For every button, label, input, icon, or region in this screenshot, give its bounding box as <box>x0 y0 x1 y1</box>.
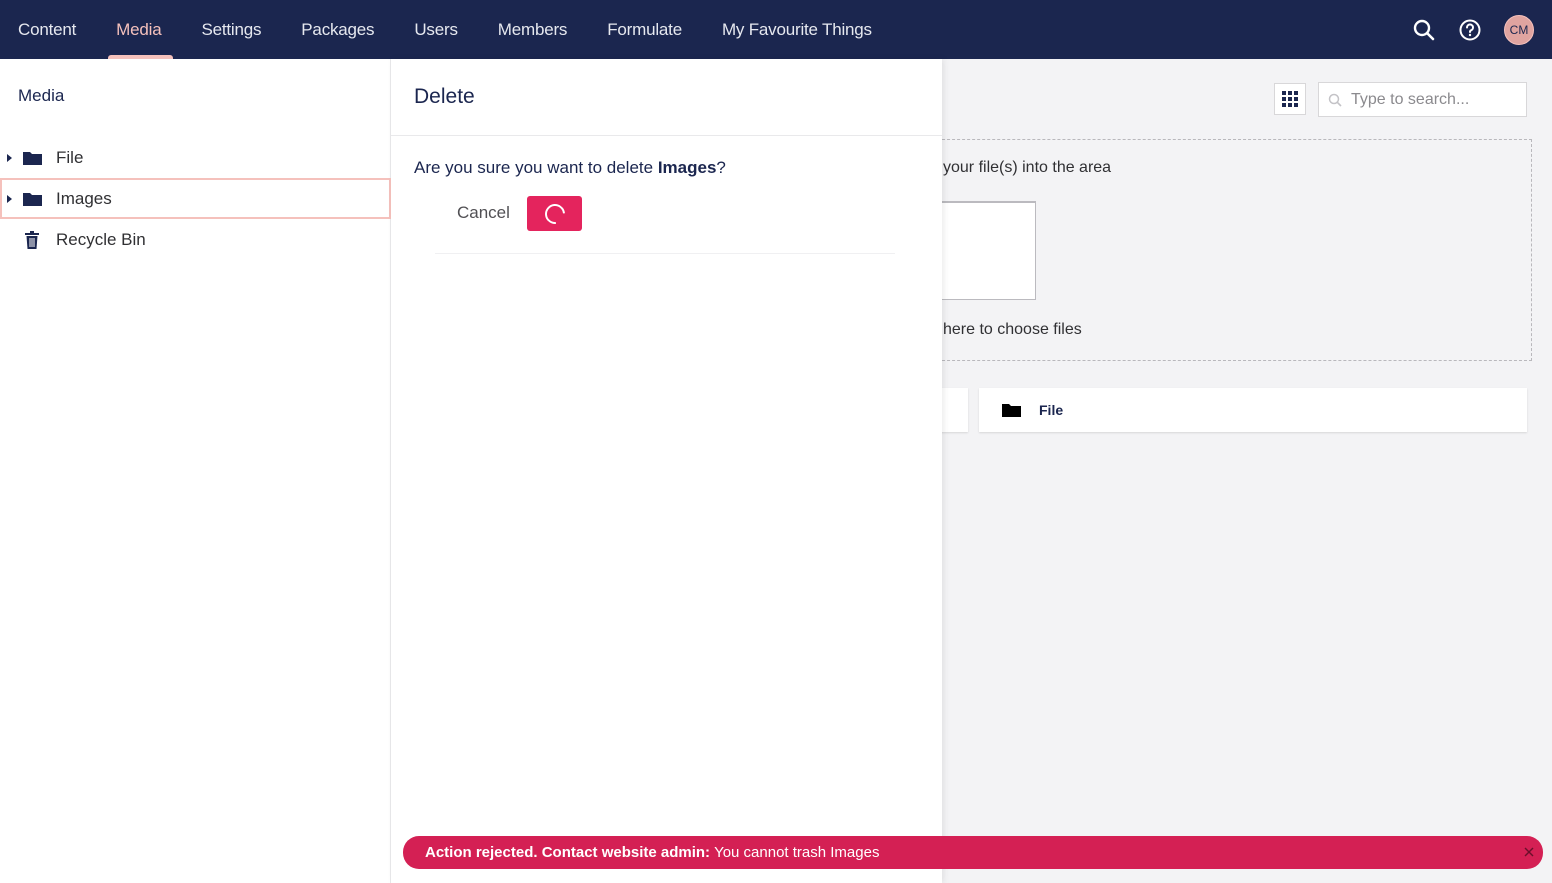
grid-view-button[interactable] <box>1274 83 1306 115</box>
nav-item-my-favourite-things[interactable]: My Favourite Things <box>704 0 894 59</box>
caret-right-icon[interactable] <box>7 153 12 162</box>
tree-item-label: Images <box>56 188 112 208</box>
folder-icon <box>22 190 42 208</box>
caret-right-icon[interactable] <box>7 194 12 203</box>
folder-icon <box>1002 402 1021 422</box>
loading-spinner-icon <box>540 199 569 228</box>
tree-list: File Images Recycle Bin <box>0 137 391 260</box>
delete-confirmation-message: Are you sure you want to delete Images? <box>414 158 726 177</box>
media-card-label: File <box>1039 402 1064 418</box>
dropzone-choose-files-link[interactable]: here to choose files <box>943 321 1082 339</box>
search-input[interactable] <box>1351 90 1521 109</box>
dropzone-instruction: your file(s) into the area <box>943 159 1112 176</box>
nav-item-settings[interactable]: Settings <box>183 0 283 59</box>
help-icon[interactable] <box>1458 18 1482 42</box>
section-nav: Content Media Settings Packages Users Me… <box>0 0 894 59</box>
dialog-title: Delete <box>391 59 942 136</box>
divider <box>435 253 895 254</box>
tree-item-images[interactable]: Images <box>0 178 391 219</box>
tree-item-recycle-bin[interactable]: Recycle Bin <box>0 219 391 260</box>
nav-item-media[interactable]: Media <box>98 0 183 59</box>
folder-icon <box>22 149 42 167</box>
tree-item-label: File <box>56 147 84 167</box>
nav-item-users[interactable]: Users <box>396 0 479 59</box>
cancel-button[interactable]: Cancel <box>451 195 516 231</box>
top-tools: CM <box>1412 0 1534 59</box>
error-notification: Action rejected. Contact website admin: … <box>403 836 1543 869</box>
tree-title: Media <box>18 86 65 105</box>
delete-dialog: Delete Are you sure you want to delete I… <box>391 59 942 883</box>
user-avatar[interactable]: CM <box>1504 14 1534 45</box>
notification-title: Action rejected. Contact website admin: <box>425 844 711 861</box>
top-navigation-bar: Content Media Settings Packages Users Me… <box>0 0 1552 59</box>
search-icon[interactable] <box>1412 18 1436 42</box>
media-main-area: your file(s) into the area here to choos… <box>932 59 1552 883</box>
nav-item-formulate[interactable]: Formulate <box>589 0 704 59</box>
media-card-file[interactable]: File <box>979 388 1527 432</box>
tree-item-label: Recycle Bin <box>56 229 146 249</box>
confirm-delete-button[interactable] <box>527 196 582 231</box>
nav-item-members[interactable]: Members <box>480 0 589 59</box>
trash-icon <box>22 230 42 249</box>
nav-item-content[interactable]: Content <box>0 0 98 59</box>
grid-icon <box>1282 91 1298 107</box>
upload-dropzone[interactable]: your file(s) into the area here to choos… <box>932 139 1532 361</box>
tree-item-file[interactable]: File <box>0 137 391 178</box>
search-icon <box>1319 93 1351 107</box>
notification-message: You cannot trash Images <box>714 844 880 861</box>
dropzone-upload-box[interactable] <box>933 201 1036 300</box>
nav-item-packages[interactable]: Packages <box>283 0 396 59</box>
delete-target-name: Images <box>657 158 717 177</box>
close-icon[interactable] <box>1523 846 1535 858</box>
media-tree: Media File Images Recycle Bin <box>0 59 391 883</box>
media-search-box <box>1318 82 1527 117</box>
